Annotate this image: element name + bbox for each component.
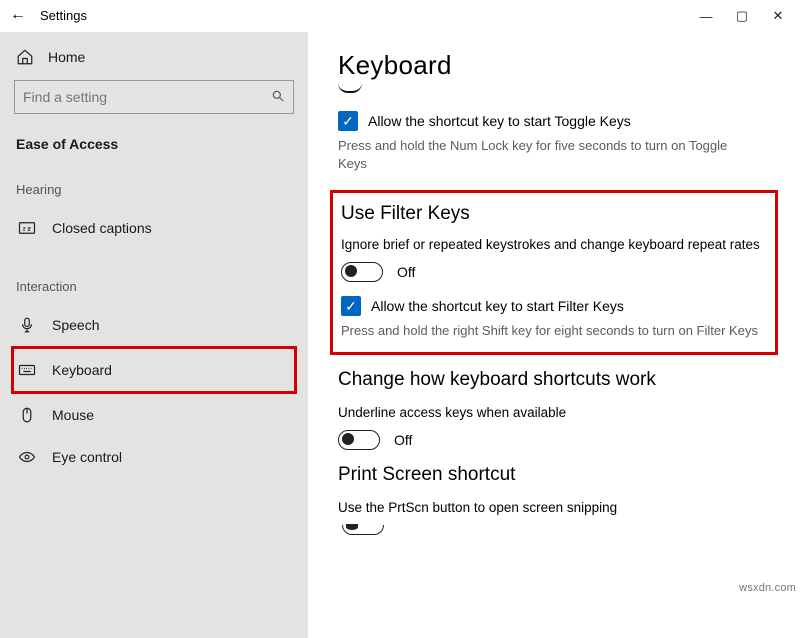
sidebar-item-closed-captions[interactable]: Closed captions [14, 207, 294, 249]
close-button[interactable]: ✕ [760, 2, 796, 30]
title-underline-art [338, 83, 362, 93]
sidebar-item-speech[interactable]: Speech [14, 304, 294, 346]
underline-access-toggle-state: Off [394, 432, 412, 448]
shortcuts-heading: Change how keyboard shortcuts work [338, 369, 770, 391]
filter-keys-heading: Use Filter Keys [341, 203, 763, 225]
minimize-button[interactable]: — [688, 2, 724, 30]
search-box[interactable] [14, 80, 294, 114]
underline-access-toggle[interactable] [338, 430, 380, 450]
toggle-keys-check-label: Allow the shortcut key to start Toggle K… [368, 113, 631, 129]
filter-keys-check-label: Allow the shortcut key to start Filter K… [371, 298, 624, 314]
mouse-label: Mouse [52, 407, 94, 423]
filter-keys-highlight-box: Use Filter Keys Ignore brief or repeated… [330, 190, 778, 355]
eye-control-label: Eye control [52, 449, 122, 465]
titlebar: ← Settings — ▢ ✕ [0, 0, 800, 32]
mouse-icon [18, 406, 36, 424]
window-title: Settings [40, 8, 87, 23]
filter-keys-toggle[interactable] [341, 262, 383, 282]
closed-captions-label: Closed captions [52, 220, 152, 236]
shortcuts-desc: Underline access keys when available [338, 405, 770, 420]
printscreen-desc: Use the PrtScn button to open screen sni… [338, 500, 770, 515]
keyboard-icon [18, 361, 36, 379]
home-icon [16, 48, 34, 66]
home-label: Home [48, 49, 85, 65]
keyboard-label: Keyboard [52, 362, 112, 378]
watermark: wsxdn.com [739, 582, 796, 594]
filter-keys-desc1: Ignore brief or repeated keystrokes and … [341, 237, 763, 252]
printscreen-toggle-partial[interactable] [342, 525, 384, 535]
page-title: Keyboard [338, 50, 770, 81]
eye-icon [18, 448, 36, 466]
filter-keys-desc2: Press and hold the right Shift key for e… [341, 322, 763, 340]
toggle-keys-desc: Press and hold the Num Lock key for five… [338, 137, 758, 172]
captions-icon [18, 219, 36, 237]
sidebar-item-keyboard[interactable]: Keyboard [11, 346, 297, 394]
search-input[interactable] [23, 89, 271, 105]
filter-keys-toggle-state: Off [397, 264, 415, 280]
main-content: Keyboard ✓ Allow the shortcut key to sta… [308, 32, 800, 638]
sidebar-category-hearing: Hearing [16, 182, 294, 197]
sidebar-section-ease: Ease of Access [16, 136, 294, 152]
speech-label: Speech [52, 317, 99, 333]
printscreen-heading: Print Screen shortcut [338, 464, 770, 486]
sidebar-item-home[interactable]: Home [14, 42, 294, 80]
filter-keys-checkbox-row[interactable]: ✓ Allow the shortcut key to start Filter… [341, 296, 763, 316]
checkbox-checked-icon[interactable]: ✓ [338, 111, 358, 131]
sidebar-category-interaction: Interaction [16, 279, 294, 294]
checkbox-checked-icon[interactable]: ✓ [341, 296, 361, 316]
maximize-button[interactable]: ▢ [724, 2, 760, 30]
sidebar-item-eye-control[interactable]: Eye control [14, 436, 294, 478]
search-icon [271, 89, 285, 106]
sidebar-item-mouse[interactable]: Mouse [14, 394, 294, 436]
sidebar: Home Ease of Access Hearing Closed capti… [0, 32, 308, 638]
toggle-keys-checkbox-row[interactable]: ✓ Allow the shortcut key to start Toggle… [338, 111, 770, 131]
microphone-icon [18, 316, 36, 334]
back-button[interactable]: ← [10, 6, 26, 24]
